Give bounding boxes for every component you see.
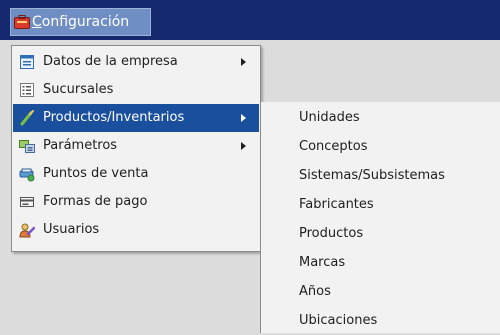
menu-configuracion-label: Configuración [32,14,130,30]
menu-item-label: Datos de la empresa [43,54,178,69]
productos-inventarios-submenu: Unidades Conceptos Sistemas/Subsistemas … [260,102,500,333]
submenu-item-productos[interactable]: Productos [299,220,363,248]
configuracion-dropdown: Datos de la empresa Sucursales Productos… [11,45,261,252]
menu-item-datos-empresa[interactable]: Datos de la empresa [13,48,259,76]
printer-icon [19,168,35,182]
menu-item-label: Productos/Inventarios [43,110,185,125]
menu-item-label: Puntos de venta [43,166,149,181]
toolbox-icon [14,15,30,29]
menu-item-label: Parámetros [43,138,118,153]
settings-panel-icon [19,140,35,153]
menu-item-puntos-venta[interactable]: Puntos de venta [13,160,259,188]
submenu-item-ubicaciones[interactable]: Ubicaciones [299,307,377,335]
menu-item-label: Usuarios [43,222,100,237]
menu-item-parametros[interactable]: Parámetros [13,132,259,160]
menu-item-formas-pago[interactable]: Formas de pago [13,188,259,216]
list-icon [20,83,34,97]
brush-icon [20,110,34,126]
submenu-item-conceptos[interactable]: Conceptos [299,133,368,161]
submenu-item-marcas[interactable]: Marcas [299,249,345,277]
menu-item-label: Sucursales [43,82,114,97]
menu-item-productos-inventarios[interactable]: Productos/Inventarios [13,104,259,132]
menu-item-sucursales[interactable]: Sucursales [13,76,259,104]
menu-item-usuarios[interactable]: Usuarios [13,216,259,244]
menu-bar: Configuración [0,0,500,40]
window-icon [20,55,34,69]
card-icon [20,197,34,207]
submenu-arrow-icon [241,142,246,150]
submenu-arrow-icon [241,58,246,66]
submenu-item-sistemas-subsistemas[interactable]: Sistemas/Subsistemas [299,162,445,190]
submenu-item-unidades[interactable]: Unidades [299,104,360,132]
submenu-item-anos[interactable]: Años [299,278,331,306]
submenu-arrow-icon [241,114,246,122]
users-icon [19,223,35,238]
submenu-item-fabricantes[interactable]: Fabricantes [299,191,374,219]
menu-item-label: Formas de pago [43,194,148,209]
menu-configuracion[interactable]: Configuración [10,8,151,36]
